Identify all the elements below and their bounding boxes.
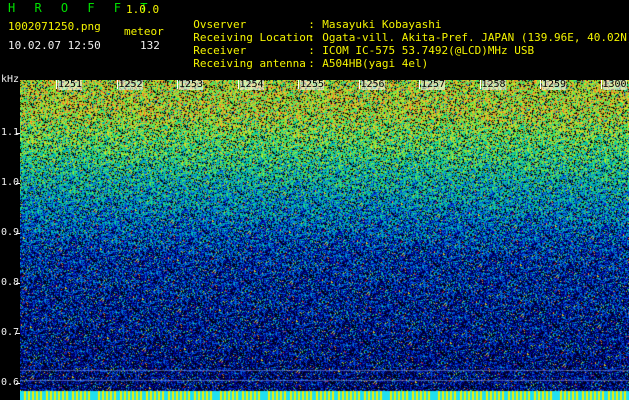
- x-tick-line: [419, 80, 420, 89]
- x-tick-label: 1253: [179, 79, 204, 90]
- x-tick-line: [116, 80, 118, 89]
- spectrogram-canvas: [20, 80, 629, 400]
- file-name: 1002071250.png: [8, 20, 101, 33]
- count: 132: [140, 39, 160, 52]
- x-tick-label: 1254: [239, 79, 264, 90]
- x-tick-line: [479, 80, 481, 89]
- x-tick-label: 1256: [360, 79, 385, 90]
- y-tick-mark: [16, 333, 20, 334]
- x-tick-line: [177, 80, 178, 89]
- info-value: A504HB(yagi 4el): [322, 57, 429, 70]
- y-tick-mark: [16, 383, 20, 384]
- x-tick-line: [56, 80, 57, 89]
- x-tick-label: 1258: [481, 79, 506, 90]
- x-tick-line: [540, 80, 541, 89]
- x-tick-label: 1259: [542, 79, 567, 90]
- y-tick-mark: [16, 283, 20, 284]
- spectrogram-area: [20, 80, 629, 400]
- y-axis-unit: kHz: [1, 74, 20, 85]
- datetime: 10.02.07 12:50: [8, 39, 101, 52]
- x-tick-line: [600, 80, 602, 89]
- app-version: 1.0.0: [126, 3, 160, 16]
- x-tick-line: [237, 80, 239, 89]
- x-tick-line: [298, 80, 299, 89]
- y-tick-mark: [16, 133, 20, 134]
- mode-label: meteor: [124, 25, 164, 38]
- info-label: Receiving antenna: [193, 57, 306, 70]
- y-tick-mark: [16, 233, 20, 234]
- info-separator: :: [308, 57, 315, 70]
- info-row-antenna: Receiving antenna: A504HB(yagi 4el): [180, 44, 428, 70]
- x-tick-label: 1300: [602, 79, 627, 90]
- x-tick-label: 1257: [421, 79, 446, 90]
- x-tick-label: 1251: [58, 79, 83, 90]
- y-tick-mark: [16, 183, 20, 184]
- x-tick-label: 1255: [300, 79, 325, 90]
- x-tick-label: 1252: [118, 79, 143, 90]
- x-tick-line: [358, 80, 360, 89]
